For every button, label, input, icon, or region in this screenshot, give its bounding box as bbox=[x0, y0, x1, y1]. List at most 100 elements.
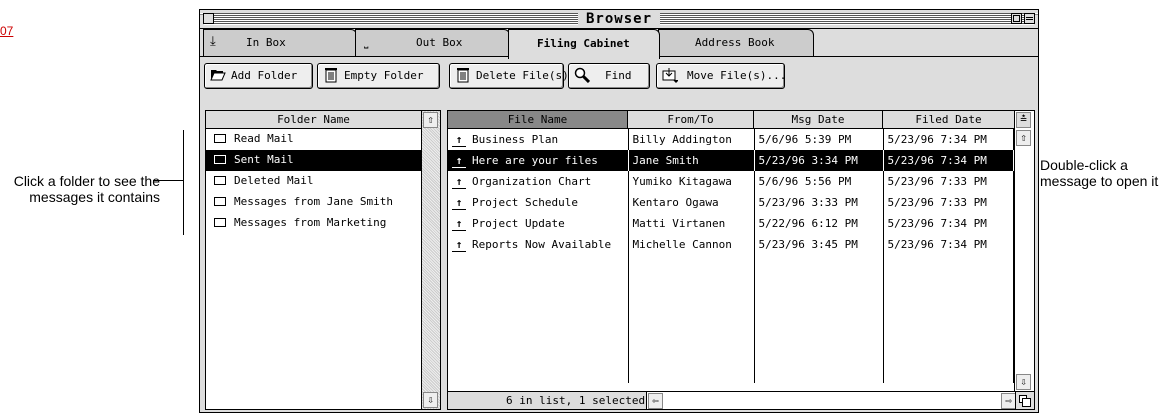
outbox-tray-icon: ⎵ bbox=[364, 36, 369, 49]
file-name-text: Reports Now Available bbox=[472, 237, 612, 251]
message-row[interactable]: ↑ Project Schedule Kentaro Ogawa 5/23/96 … bbox=[448, 192, 1014, 213]
message-file-name: ↑ Here are your files bbox=[448, 150, 629, 171]
status-bar: 6 in list, 1 selected ⇦ ⇨ bbox=[448, 391, 1034, 409]
delete-files-label: Delete File(s) bbox=[476, 69, 569, 82]
folder-name-header[interactable]: Folder Name bbox=[206, 111, 421, 129]
empty-folder-label: Empty Folder bbox=[344, 69, 424, 82]
message-msg-date: 5/6/96 5:39 PM bbox=[754, 129, 884, 150]
move-tray-icon bbox=[662, 67, 679, 85]
file-name-text: Project Update bbox=[472, 216, 565, 230]
close-box[interactable] bbox=[203, 13, 214, 24]
folder-item-jane-smith[interactable]: Messages from Jane Smith bbox=[206, 192, 421, 213]
folder-item-read-mail[interactable]: Read Mail bbox=[206, 129, 421, 150]
file-name-text: Business Plan bbox=[472, 132, 559, 146]
message-file-name: ↑ Organization Chart bbox=[448, 171, 629, 192]
magnifier-icon bbox=[574, 67, 591, 85]
message-filed-date: 5/23/96 7:34 PM bbox=[883, 234, 1014, 255]
message-outgoing-icon: ↑ bbox=[452, 175, 466, 189]
message-filed-date: 5/23/96 7:34 PM bbox=[883, 129, 1014, 150]
message-file-name: ↑ Reports Now Available bbox=[448, 234, 629, 255]
messages-table: ↑ Business Plan Billy Addington 5/6/96 5:… bbox=[448, 129, 1014, 383]
message-from-to: Yumiko Kitagawa bbox=[628, 171, 755, 192]
collapse-box[interactable] bbox=[1024, 13, 1035, 24]
inbox-down-arrow-icon: ⤓ bbox=[210, 34, 216, 49]
message-msg-date: 5/22/96 6:12 PM bbox=[754, 213, 884, 234]
message-msg-date: 5/23/96 3:33 PM bbox=[754, 192, 884, 213]
delete-files-button[interactable]: Delete File(s) bbox=[449, 63, 569, 89]
callout-left-bracket bbox=[183, 130, 184, 235]
messages-scroll-down-arrow[interactable]: ⇩ bbox=[1016, 374, 1031, 390]
message-row[interactable]: ↑ Project Update Matti Virtanen 5/22/96 6… bbox=[448, 213, 1014, 234]
message-row[interactable]: ↑ Business Plan Billy Addington 5/6/96 5:… bbox=[448, 129, 1014, 150]
sort-order-button[interactable]: ≛ bbox=[1016, 112, 1031, 128]
message-msg-date: 5/6/96 5:56 PM bbox=[754, 171, 884, 192]
column-from-to-header[interactable]: From/To bbox=[628, 111, 754, 129]
folder-scroll-up-arrow[interactable]: ⇧ bbox=[423, 112, 438, 128]
find-button[interactable]: Find bbox=[568, 63, 650, 89]
messages-pane: File Name From/To Msg Date Filed Date ≛ … bbox=[447, 110, 1035, 410]
status-text: 6 in list, 1 selected bbox=[506, 394, 646, 407]
trash-icon bbox=[323, 67, 339, 85]
size-box[interactable] bbox=[1015, 392, 1034, 409]
scroll-right-arrow[interactable]: ⇨ bbox=[1001, 393, 1016, 409]
message-msg-date: 5/23/96 3:45 PM bbox=[754, 234, 884, 255]
folder-label: Sent Mail bbox=[234, 153, 294, 166]
empty-row-filler bbox=[448, 255, 1014, 383]
folder-scroll-down-arrow[interactable]: ⇩ bbox=[423, 392, 438, 408]
tab-out-box-label: Out Box bbox=[416, 36, 463, 49]
folder-item-sent-mail[interactable]: Sent Mail bbox=[206, 150, 421, 171]
column-filed-date-header[interactable]: Filed Date bbox=[883, 111, 1014, 129]
callout-select-folder: Click a folder to see the messages it co… bbox=[13, 173, 160, 205]
column-msg-date-header[interactable]: Msg Date bbox=[754, 111, 883, 129]
folder-icon bbox=[214, 176, 226, 185]
horizontal-scrollbar[interactable]: ⇦ ⇨ bbox=[646, 392, 1017, 409]
tab-out-box[interactable]: ⎵ Out Box bbox=[355, 29, 510, 57]
column-file-name-header[interactable]: File Name bbox=[448, 111, 628, 129]
folder-label: Deleted Mail bbox=[234, 174, 314, 187]
message-file-name: ↑ Project Schedule bbox=[448, 192, 629, 213]
tab-address-book[interactable]: Address Book bbox=[658, 29, 814, 57]
folder-icon bbox=[214, 134, 226, 143]
callout-open-message: Double-click a message to open it bbox=[1040, 157, 1159, 189]
folder-label: Messages from Jane Smith bbox=[234, 195, 393, 208]
tab-address-book-label: Address Book bbox=[695, 36, 775, 49]
scroll-left-arrow[interactable]: ⇦ bbox=[648, 393, 663, 409]
folder-scrollbar[interactable]: ⇧ ⇩ bbox=[421, 111, 440, 409]
message-from-to: Jane Smith bbox=[628, 150, 755, 171]
message-file-name: ↑ Business Plan bbox=[448, 129, 629, 150]
delete-trash-icon bbox=[455, 67, 471, 85]
tab-filing-cabinet[interactable]: Filing Cabinet bbox=[508, 29, 660, 59]
file-name-text: Project Schedule bbox=[472, 195, 578, 209]
add-folder-button[interactable]: Add Folder bbox=[204, 63, 313, 89]
message-outgoing-icon: ↑ bbox=[452, 154, 466, 168]
zoom-box[interactable] bbox=[1011, 13, 1022, 24]
folder-icon bbox=[214, 155, 226, 164]
tab-in-box[interactable]: ⤓ In Box bbox=[203, 29, 357, 57]
message-from-to: Kentaro Ogawa bbox=[628, 192, 755, 213]
message-filed-date: 5/23/96 7:33 PM bbox=[883, 171, 1014, 192]
message-msg-date: 5/23/96 3:34 PM bbox=[754, 150, 884, 171]
folder-pane: Folder Name ⇧ ⇩ Read Mail Sent Mail Dele… bbox=[205, 110, 441, 410]
message-file-name: ↑ Project Update bbox=[448, 213, 629, 234]
message-row-selected[interactable]: ↑ Here are your files Jane Smith 5/23/96 … bbox=[448, 150, 1014, 171]
messages-scrollbar[interactable]: ≛ ⇧ ⇩ bbox=[1014, 111, 1034, 391]
messages-scroll-up-arrow[interactable]: ⇧ bbox=[1016, 130, 1031, 146]
move-files-button[interactable]: Move File(s)... bbox=[656, 63, 786, 89]
title-bar[interactable]: Browser bbox=[200, 10, 1038, 29]
tab-in-box-label: In Box bbox=[246, 36, 286, 49]
folder-item-deleted-mail[interactable]: Deleted Mail bbox=[206, 171, 421, 192]
message-row[interactable]: ↑ Reports Now Available Michelle Cannon 5… bbox=[448, 234, 1014, 255]
folder-label: Read Mail bbox=[234, 132, 294, 145]
folder-item-marketing[interactable]: Messages from Marketing bbox=[206, 213, 421, 234]
message-filed-date: 5/23/96 7:34 PM bbox=[883, 150, 1014, 171]
open-folder-icon bbox=[210, 67, 226, 85]
add-folder-label: Add Folder bbox=[231, 69, 298, 82]
folder-icon bbox=[214, 218, 226, 227]
message-row[interactable]: ↑ Organization Chart Yumiko Kitagawa 5/6/… bbox=[448, 171, 1014, 192]
empty-folder-button[interactable]: Empty Folder bbox=[317, 63, 440, 89]
message-filed-date: 5/23/96 7:33 PM bbox=[883, 192, 1014, 213]
message-outgoing-icon: ↑ bbox=[452, 196, 466, 210]
message-from-to: Billy Addington bbox=[628, 129, 755, 150]
page-number[interactable]: 07 bbox=[0, 24, 13, 38]
message-filed-date: 5/23/96 7:34 PM bbox=[883, 213, 1014, 234]
